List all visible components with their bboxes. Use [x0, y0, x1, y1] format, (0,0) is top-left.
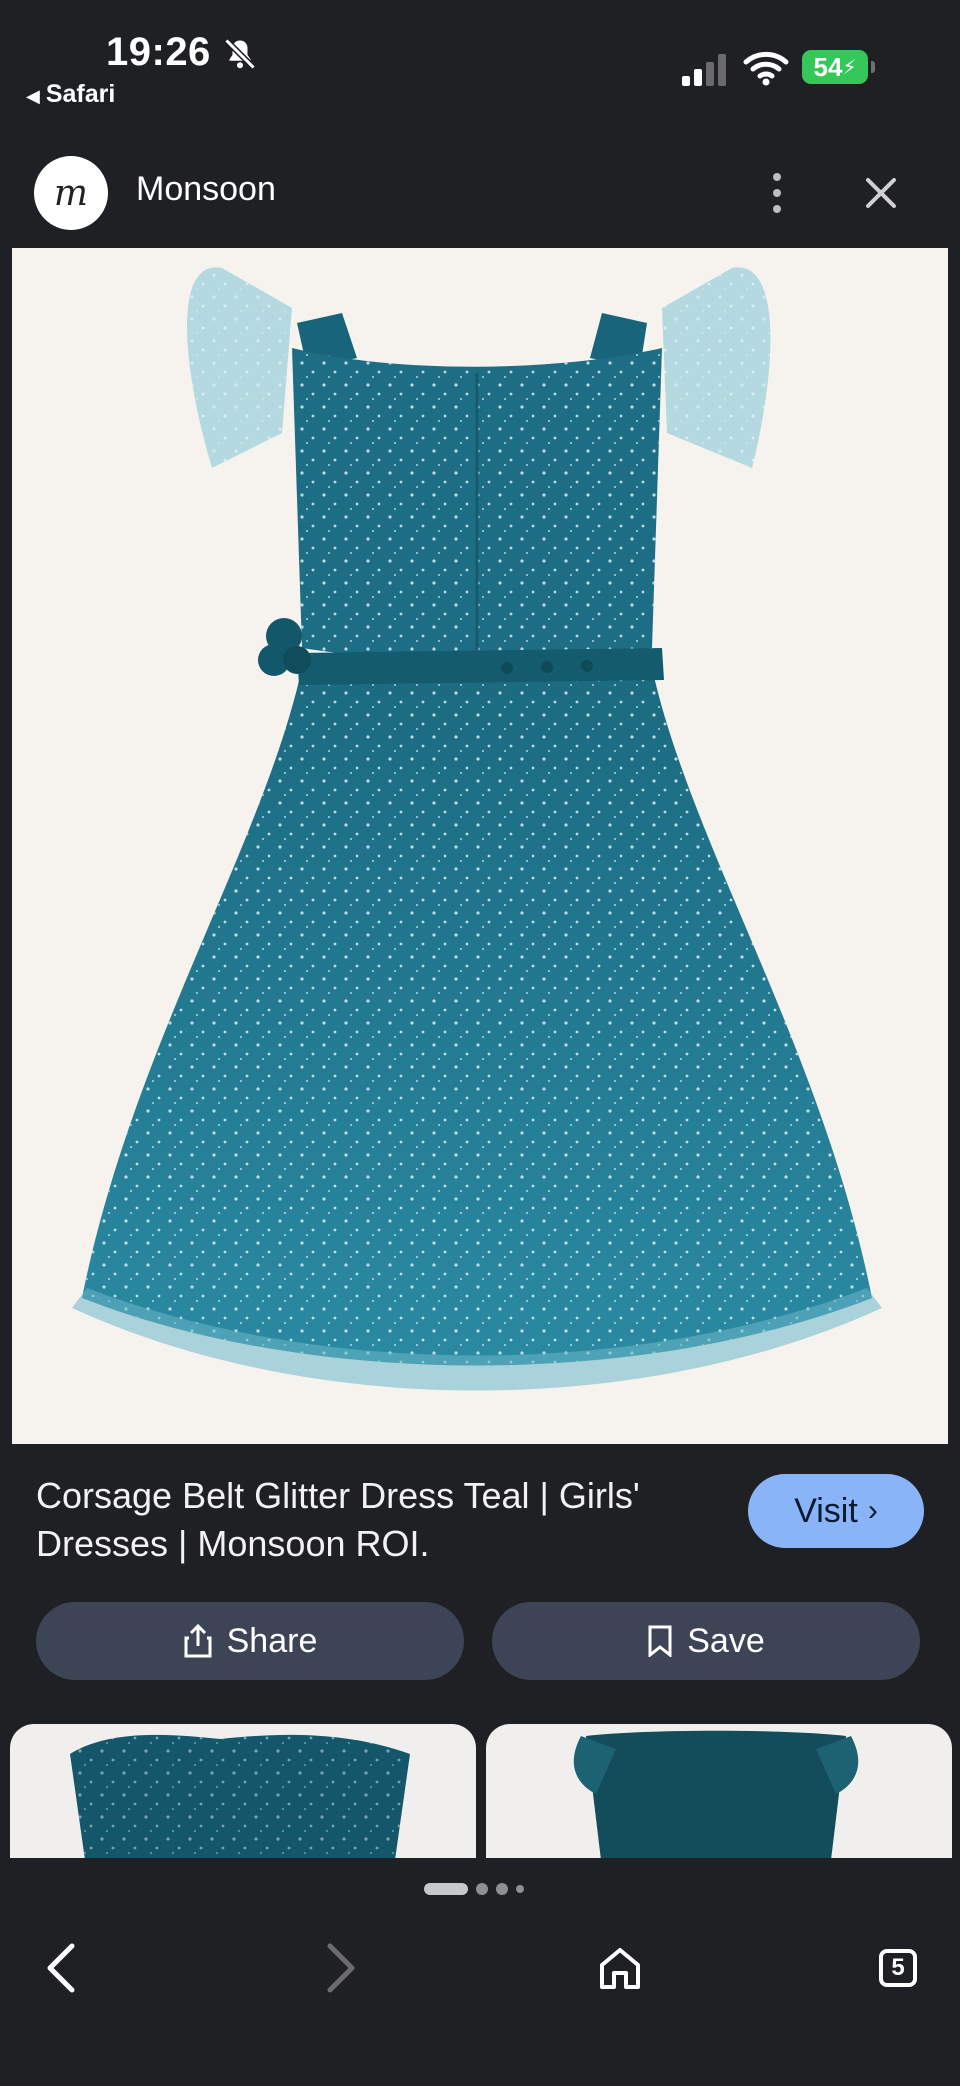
page-dot	[516, 1885, 524, 1893]
chevron-right-icon: ›	[867, 1494, 878, 1527]
battery-indicator: 54 ⚡	[802, 50, 875, 84]
share-icon	[184, 1624, 212, 1658]
related-dress-image	[573, 1730, 859, 1860]
status-time: 19:26	[106, 30, 211, 74]
related-result-card[interactable]	[10, 1724, 476, 1860]
battery-level: 54	[813, 51, 843, 82]
site-logo: m	[34, 156, 108, 230]
cellular-signal-icon	[682, 54, 726, 86]
browser-bottom-bar: 5	[0, 1858, 960, 2086]
back-arrow-icon	[47, 1943, 75, 1993]
page-dot	[496, 1883, 508, 1895]
result-title[interactable]: Corsage Belt Glitter Dress Teal | Girls'…	[36, 1472, 716, 1568]
site-name[interactable]: Monsoon	[136, 170, 276, 209]
bookmark-icon	[648, 1625, 672, 1657]
back-triangle-icon: ◀	[26, 86, 40, 106]
save-label: Save	[687, 1621, 765, 1660]
status-bar: 19:26 ◀ Safari 54 ⚡	[0, 0, 960, 130]
page-indicator	[424, 1882, 524, 1896]
share-label: Share	[226, 1621, 318, 1660]
page-dot	[476, 1883, 488, 1895]
back-to-safari-link[interactable]: ◀ Safari	[26, 80, 115, 109]
teal-dress-illustration	[72, 267, 882, 1391]
save-button[interactable]: Save	[492, 1602, 920, 1680]
product-image[interactable]	[12, 248, 948, 1444]
visit-button[interactable]: Visit ›	[748, 1474, 924, 1548]
share-button[interactable]: Share	[36, 1602, 464, 1680]
forward-arrow-icon	[327, 1943, 355, 1993]
bell-slash-icon	[224, 38, 256, 70]
tabs-button[interactable]: 5	[858, 1928, 938, 2008]
wifi-icon	[743, 51, 789, 86]
tab-count: 5	[879, 1949, 917, 1987]
page-dot-active	[424, 1883, 468, 1895]
related-dress-image	[70, 1734, 410, 1860]
home-button[interactable]	[580, 1928, 660, 2008]
close-icon[interactable]	[858, 170, 904, 216]
charging-bolt-icon: ⚡	[842, 56, 857, 79]
back-app-label: Safari	[45, 80, 116, 108]
back-button[interactable]	[22, 1928, 102, 2008]
home-icon	[600, 1948, 640, 1989]
more-vertical-icon[interactable]	[760, 168, 794, 218]
visit-label: Visit	[794, 1491, 858, 1530]
forward-button[interactable]	[300, 1928, 380, 2008]
lens-result-header: m Monsoon	[0, 140, 960, 246]
related-result-card[interactable]	[486, 1724, 952, 1860]
